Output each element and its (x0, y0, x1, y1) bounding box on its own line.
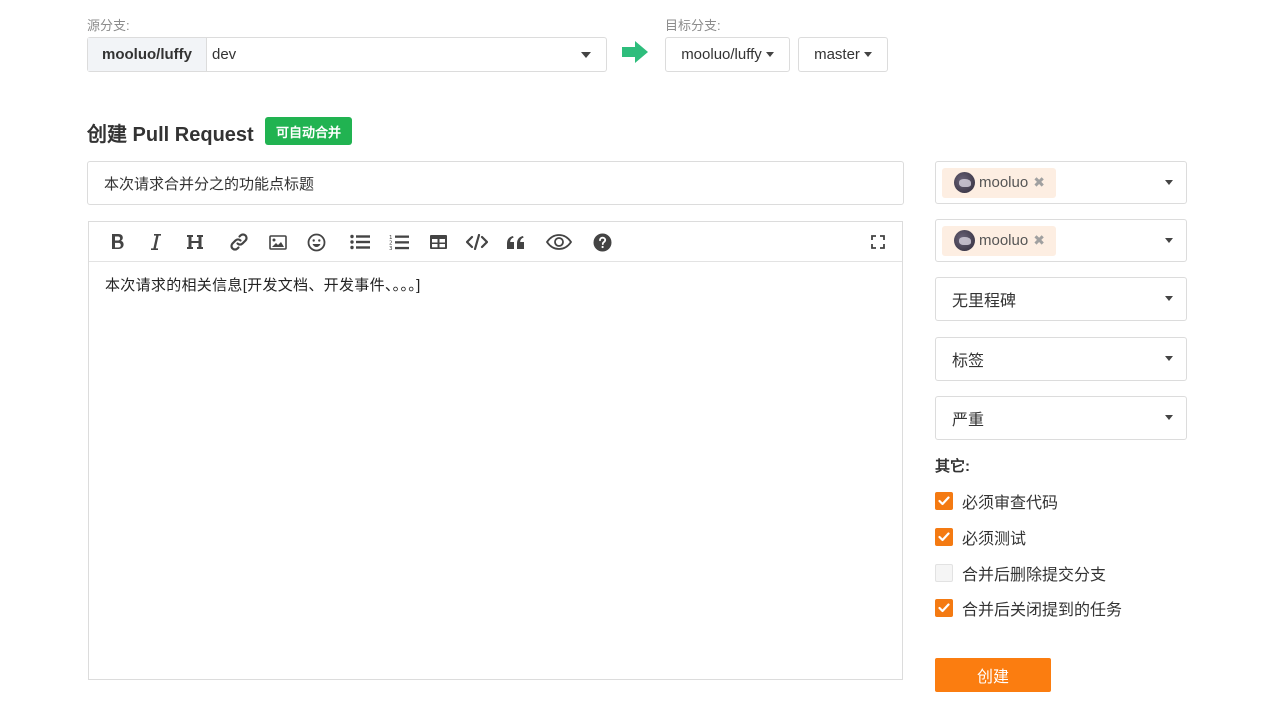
unordered-list-icon[interactable] (348, 230, 372, 254)
caret-down-icon (863, 52, 872, 57)
source-branch-select[interactable]: mooluo/luffy dev (87, 37, 607, 72)
labels-placeholder: 标签 (952, 353, 985, 370)
close-tasks-checkbox[interactable]: 合并后关闭提到的任务 (935, 596, 1122, 620)
emoji-icon[interactable] (304, 230, 328, 254)
other-options-label: 其它: (935, 458, 970, 475)
help-icon[interactable] (590, 230, 614, 254)
check-icon (938, 603, 950, 613)
svg-text:3: 3 (389, 246, 393, 251)
tester-chip: mooluo ✖ (942, 225, 1056, 256)
target-branch-value: master (814, 46, 860, 63)
checkbox-label: 必须测试 (962, 531, 1027, 548)
close-icon[interactable]: ✖ (1033, 174, 1045, 191)
ordered-list-icon[interactable]: 123 (387, 230, 411, 254)
editor-content[interactable]: 本次请求的相关信息[开发文档、开发事件、。。。] (89, 262, 902, 307)
tester-name: mooluo (979, 232, 1029, 249)
avatar (954, 172, 975, 193)
link-icon[interactable] (227, 230, 251, 254)
require-review-checkbox[interactable]: 必须审查代码 (935, 489, 1058, 513)
source-branch-value: dev (212, 46, 237, 63)
caret-down-icon (1165, 296, 1173, 301)
page-title: 创建 Pull Request (87, 124, 254, 146)
target-branch-label: 目标分支: (665, 18, 721, 33)
target-repo-value: mooluo/luffy (681, 46, 762, 63)
checkbox-unchecked[interactable] (935, 564, 953, 582)
target-branch-dropdown[interactable]: master (798, 37, 888, 72)
checkbox-label: 必须审查代码 (962, 495, 1059, 512)
create-button[interactable]: 创建 (935, 658, 1051, 692)
source-branch-label: 源分支: (87, 18, 130, 33)
table-icon[interactable] (426, 230, 450, 254)
heading-icon[interactable] (183, 230, 207, 254)
checkbox-checked[interactable] (935, 492, 953, 510)
reviewer-chip: mooluo ✖ (942, 167, 1056, 198)
auto-merge-badge: 可自动合并 (265, 117, 353, 145)
italic-icon[interactable] (144, 230, 168, 254)
milestone-select[interactable]: 无里程碑 (935, 277, 1187, 321)
pr-title-input[interactable] (87, 161, 904, 205)
target-repo-dropdown[interactable]: mooluo/luffy (665, 37, 790, 72)
priority-select[interactable]: 严重 (935, 396, 1187, 440)
avatar (954, 230, 975, 251)
source-repo: mooluo/luffy (88, 38, 207, 71)
reviewer-name: mooluo (979, 174, 1029, 191)
caret-down-icon (1165, 237, 1173, 243)
priority-value: 严重 (952, 412, 985, 429)
preview-icon[interactable] (546, 230, 572, 254)
close-icon[interactable]: ✖ (1033, 232, 1045, 249)
check-icon (938, 532, 950, 542)
require-test-checkbox[interactable]: 必须测试 (935, 525, 1026, 549)
image-icon[interactable] (266, 230, 290, 254)
milestone-value: 无里程碑 (952, 293, 1017, 310)
fullscreen-icon[interactable] (866, 230, 890, 254)
checkbox-label: 合并后关闭提到的任务 (962, 602, 1123, 619)
labels-select[interactable]: 标签 (935, 337, 1187, 381)
caret-down-icon (1165, 356, 1173, 361)
source-branch-dropdown[interactable]: dev (207, 38, 606, 71)
bold-icon[interactable] (106, 230, 130, 254)
tester-select[interactable]: mooluo ✖ (935, 219, 1187, 262)
arrow-right-icon (622, 41, 648, 63)
reviewer-select[interactable]: mooluo ✖ (935, 161, 1187, 204)
checkbox-label: 合并后删除提交分支 (962, 567, 1107, 584)
caret-down-icon (1165, 179, 1173, 185)
chevron-down-icon (581, 52, 591, 58)
caret-down-icon (1165, 415, 1173, 420)
markdown-editor[interactable]: 123 本次请求的相关信息[开发文档、开发事件、。。。] (88, 221, 903, 680)
checkbox-checked[interactable] (935, 599, 953, 617)
checkbox-checked[interactable] (935, 528, 953, 546)
delete-branch-checkbox[interactable]: 合并后删除提交分支 (935, 561, 1106, 585)
quote-icon[interactable] (503, 230, 527, 254)
caret-down-icon (765, 52, 774, 57)
check-icon (938, 496, 950, 506)
code-icon[interactable] (465, 230, 489, 254)
editor-toolbar: 123 (89, 222, 902, 262)
